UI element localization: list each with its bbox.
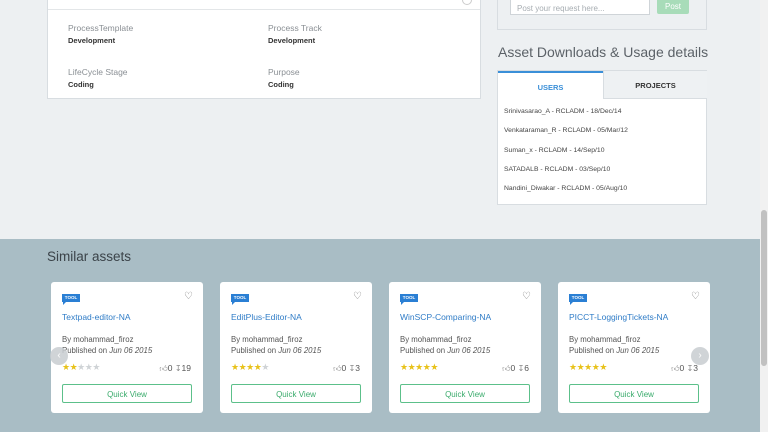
heart-icon[interactable]: ♡ bbox=[522, 291, 531, 302]
asset-metrics: 👍︎0 ↧3 bbox=[671, 363, 698, 374]
field-value: Development bbox=[68, 36, 116, 45]
downloads-list: Srinivasarao_A - RCLADM - 18/Dec/14 Venk… bbox=[504, 108, 628, 204]
asset-published: Published on Jun 06 2015 bbox=[569, 346, 659, 355]
field-lifecycle-stage: LifeCycle Stage Coding bbox=[68, 67, 248, 89]
rating-stars: ★★★★★ bbox=[400, 362, 438, 373]
asset-card: TOOL ♡ WinSCP-Comparing-NA By mohammad_firo… bbox=[389, 282, 541, 413]
heart-icon[interactable]: ♡ bbox=[353, 291, 362, 302]
star-icon: ★ bbox=[569, 362, 577, 372]
published-date: Jun 06 2015 bbox=[447, 346, 491, 355]
asset-author: By mohammad_firoz bbox=[400, 335, 472, 344]
list-item: Suman_x - RCLADM - 14/Sep/10 bbox=[504, 146, 605, 154]
like-count: 0 bbox=[167, 363, 173, 373]
quick-view-button[interactable]: Quick View bbox=[231, 384, 361, 403]
star-icon: ★ bbox=[430, 362, 438, 372]
star-icon: ★ bbox=[261, 362, 269, 372]
asset-published: Published on Jun 06 2015 bbox=[62, 346, 152, 355]
rating-stars: ★★★★★ bbox=[62, 362, 100, 373]
asset-author: By mohammad_firoz bbox=[569, 335, 641, 344]
like-count: 0 bbox=[510, 363, 516, 373]
post-button[interactable]: Post bbox=[657, 0, 689, 14]
quick-view-button[interactable]: Quick View bbox=[569, 384, 699, 403]
star-icon: ★ bbox=[246, 362, 254, 372]
download-icon: ↧ bbox=[174, 364, 182, 373]
rating-stars: ★★★★★ bbox=[569, 362, 607, 373]
published-label: Published on bbox=[62, 346, 110, 355]
published-label: Published on bbox=[400, 346, 448, 355]
published-date: Jun 06 2015 bbox=[109, 346, 153, 355]
list-item: SATADALB - RCLADM - 03/Sep/10 bbox=[504, 165, 611, 173]
expand-toggle-icon[interactable] bbox=[462, 0, 472, 5]
tab-projects[interactable]: PROJECTS bbox=[603, 71, 707, 99]
star-icon: ★ bbox=[231, 362, 239, 372]
chevron-left-icon[interactable]: ‹ bbox=[50, 347, 68, 365]
like-count: 0 bbox=[679, 363, 685, 373]
download-count: 6 bbox=[524, 363, 529, 373]
star-icon: ★ bbox=[77, 362, 85, 372]
rating-stars: ★★★★★ bbox=[231, 362, 269, 373]
star-icon: ★ bbox=[400, 362, 408, 372]
asset-info-card: ProcessTemplate Development Process Trac… bbox=[47, 0, 481, 99]
scrollbar[interactable] bbox=[760, 0, 768, 432]
request-input[interactable]: Post your request here... bbox=[510, 0, 650, 15]
list-item: Venkataraman_R - RCLADM - 05/Mar/12 bbox=[504, 127, 628, 135]
field-process-template: ProcessTemplate Development bbox=[68, 23, 248, 45]
asset-title-link[interactable]: Textpad-editor-NA bbox=[62, 312, 131, 322]
type-badge: TOOL bbox=[231, 294, 249, 305]
asset-card: TOOL ♡ Textpad-editor-NA By mohammad_firoz P… bbox=[51, 282, 203, 413]
published-date: Jun 06 2015 bbox=[616, 346, 660, 355]
asset-metrics: 👍︎0 ↧3 bbox=[333, 363, 360, 374]
field-label: LifeCycle Stage bbox=[68, 67, 128, 77]
field-value: Coding bbox=[68, 80, 94, 89]
tab-users[interactable]: USERS bbox=[498, 71, 603, 99]
asset-author: By mohammad_firoz bbox=[62, 335, 134, 344]
download-count: 3 bbox=[355, 363, 360, 373]
star-icon: ★ bbox=[92, 362, 100, 372]
divider bbox=[48, 9, 480, 10]
downloads-heading: Asset Downloads & Usage details bbox=[498, 44, 709, 60]
published-label: Published on bbox=[569, 346, 617, 355]
asset-published: Published on Jun 06 2015 bbox=[400, 346, 490, 355]
similar-assets-section: Similar assets TOOL ♡ Textpad-editor-NA By … bbox=[0, 239, 760, 432]
field-purpose: Purpose Coding bbox=[268, 67, 448, 89]
list-item: Srinivasarao_A - RCLADM - 18/Dec/14 bbox=[504, 108, 622, 115]
downloads-panel: USERS PROJECTS Srinivasarao_A - RCLADM -… bbox=[497, 70, 707, 205]
asset-metrics: 👍︎0 ↧19 bbox=[159, 363, 191, 374]
star-icon: ★ bbox=[415, 362, 423, 372]
field-value: Development bbox=[268, 36, 316, 45]
asset-published: Published on Jun 06 2015 bbox=[231, 346, 321, 355]
published-label: Published on bbox=[231, 346, 279, 355]
asset-title-link[interactable]: EditPlus-Editor-NA bbox=[231, 312, 302, 322]
type-badge: TOOL bbox=[400, 294, 418, 305]
asset-title-link[interactable]: WinSCP-Comparing-NA bbox=[400, 312, 491, 322]
like-count: 0 bbox=[341, 363, 347, 373]
heart-icon[interactable]: ♡ bbox=[691, 291, 700, 302]
field-process-track: Process Track Development bbox=[268, 23, 448, 45]
published-date: Jun 06 2015 bbox=[278, 346, 322, 355]
field-label: Purpose bbox=[268, 67, 300, 77]
field-label: Process Track bbox=[268, 23, 322, 33]
asset-card: TOOL ♡ PICCT-LoggingTickets-NA By mohammad_… bbox=[558, 282, 710, 413]
field-value: Coding bbox=[268, 80, 294, 89]
chevron-right-icon[interactable]: › bbox=[691, 347, 709, 365]
download-count: 19 bbox=[181, 363, 191, 373]
asset-title-link[interactable]: PICCT-LoggingTickets-NA bbox=[569, 312, 668, 322]
star-icon: ★ bbox=[599, 362, 607, 372]
asset-author: By mohammad_firoz bbox=[231, 335, 303, 344]
list-item: Nandini_Diwakar - RCLADM - 05/Aug/10 bbox=[504, 185, 628, 193]
star-icon: ★ bbox=[584, 362, 592, 372]
section-title: Similar assets bbox=[47, 249, 132, 264]
quick-view-button[interactable]: Quick View bbox=[400, 384, 530, 403]
type-badge: TOOL bbox=[569, 294, 587, 305]
thumbs-up-icon[interactable]: 👍︎ bbox=[159, 364, 167, 373]
type-badge: TOOL bbox=[62, 294, 80, 305]
quick-view-button[interactable]: Quick View bbox=[62, 384, 192, 403]
heart-icon[interactable]: ♡ bbox=[184, 291, 193, 302]
field-label: ProcessTemplate bbox=[68, 23, 134, 33]
asset-metrics: 👍︎0 ↧6 bbox=[502, 363, 529, 374]
scrollbar-thumb[interactable] bbox=[761, 210, 767, 366]
asset-card: TOOL ♡ EditPlus-Editor-NA By mohammad_firoz… bbox=[220, 282, 372, 413]
